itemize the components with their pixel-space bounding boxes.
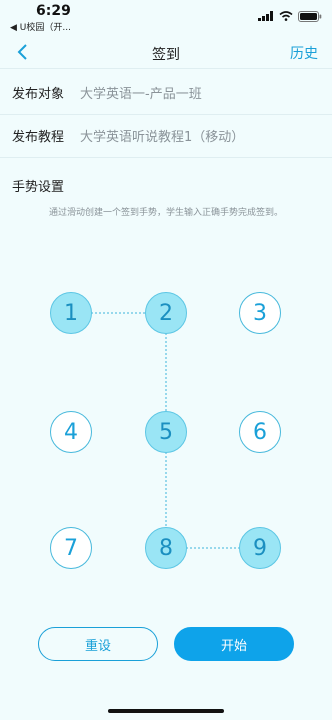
gesture-dot-3[interactable]: 3	[239, 292, 281, 334]
gesture-dot-9[interactable]: 9	[239, 527, 281, 569]
gesture-dot-6[interactable]: 6	[239, 411, 281, 453]
gesture-dot-1[interactable]: 1	[50, 292, 92, 334]
gesture-path	[71, 312, 260, 549]
gesture-dot-5[interactable]: 5	[145, 411, 187, 453]
home-indicator	[108, 709, 224, 713]
gesture-dot-2[interactable]: 2	[145, 292, 187, 334]
start-button[interactable]: 开始	[174, 627, 294, 661]
gesture-dot-8[interactable]: 8	[145, 527, 187, 569]
gesture-dot-4[interactable]: 4	[50, 411, 92, 453]
reset-button[interactable]: 重设	[38, 627, 158, 661]
gesture-dot-7[interactable]: 7	[50, 527, 92, 569]
